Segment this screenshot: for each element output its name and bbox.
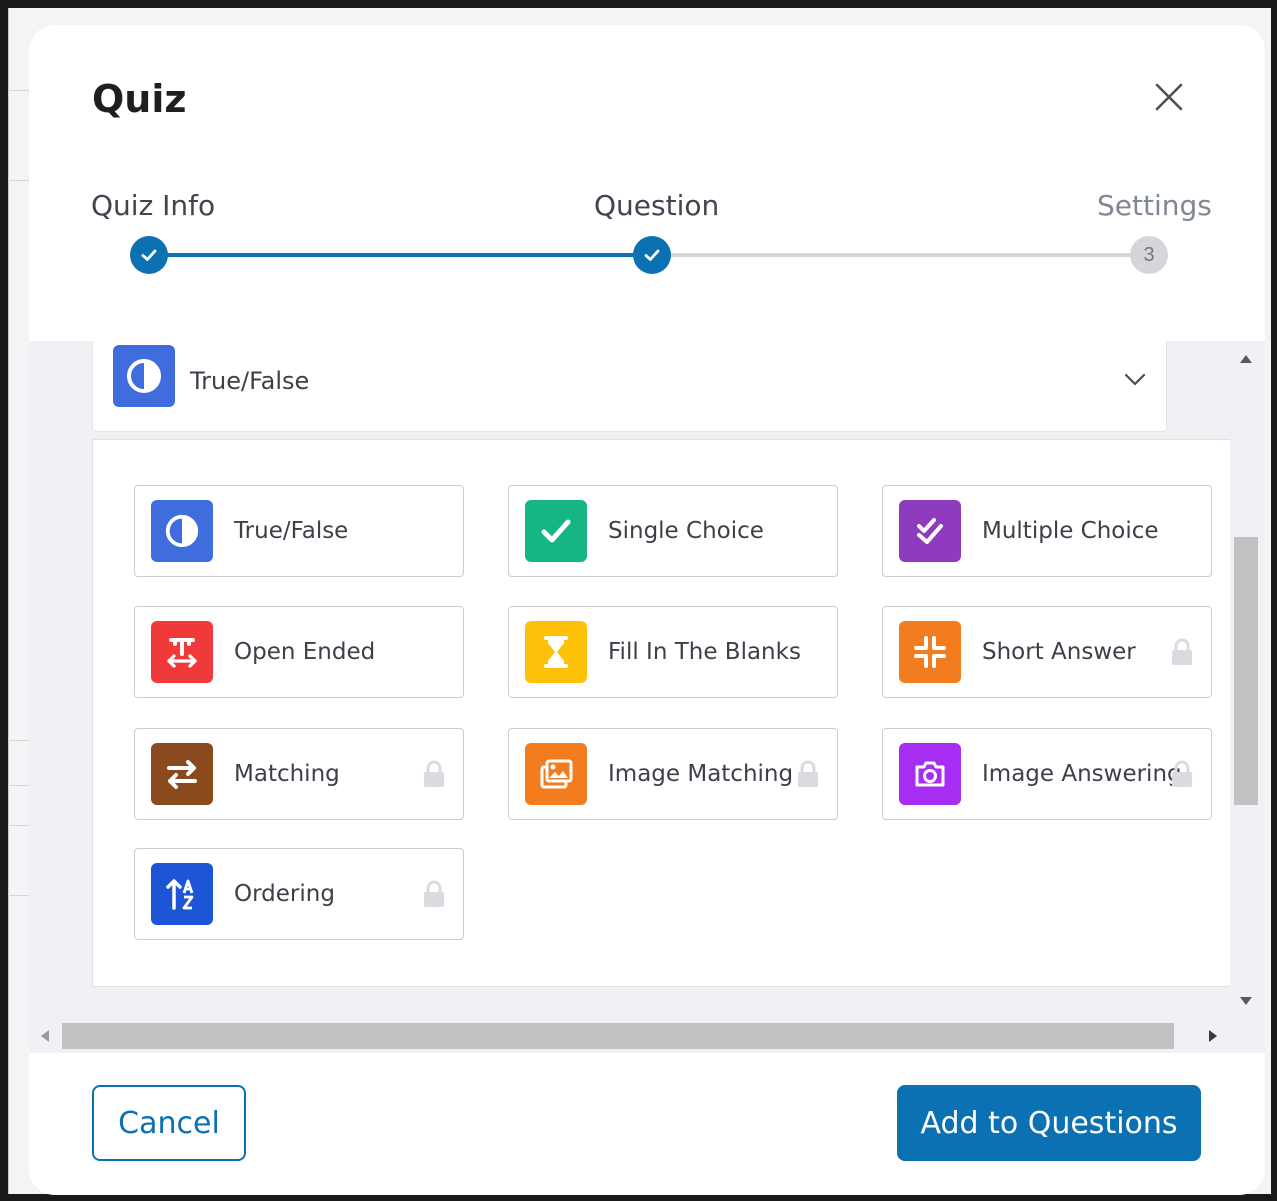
step-1-complete[interactable] [130, 236, 168, 274]
question-type-true-false[interactable]: True/False [134, 485, 464, 577]
cancel-button[interactable]: Cancel [92, 1085, 246, 1161]
question-type-label: Fill In The Blanks [608, 639, 801, 665]
lock-icon [1172, 638, 1192, 665]
step-progress-pending [652, 253, 1149, 257]
scroll-left-arrow-icon[interactable] [41, 1030, 49, 1042]
background-divider [8, 90, 30, 91]
lock-icon [798, 760, 818, 787]
question-type-label: Image Answering [982, 761, 1182, 787]
scroll-up-arrow-icon[interactable] [1240, 355, 1252, 363]
double-check-icon [899, 500, 961, 562]
text-resize-icon [151, 621, 213, 683]
question-type-open-ended[interactable]: Open Ended [134, 606, 464, 698]
background-divider [8, 895, 30, 896]
chevron-down-icon [1124, 373, 1146, 386]
question-type-select[interactable]: True/False [92, 341, 1167, 432]
images-icon [525, 743, 587, 805]
step-2-complete[interactable] [633, 236, 671, 274]
swap-arrows-icon [151, 743, 213, 805]
background-divider [8, 785, 30, 786]
question-type-label: True/False [234, 518, 349, 544]
question-type-label: Short Answer [982, 639, 1136, 665]
check-icon [141, 249, 157, 261]
question-type-multiple-choice[interactable]: Multiple Choice [882, 485, 1212, 577]
horizontal-scrollbar-thumb[interactable] [62, 1023, 1174, 1049]
compress-icon [899, 621, 961, 683]
question-type-label: Ordering [234, 881, 335, 907]
hourglass-icon [525, 621, 587, 683]
background-divider [8, 180, 30, 181]
lock-icon [424, 880, 444, 907]
scroll-right-arrow-icon[interactable] [1209, 1030, 1217, 1042]
contrast-icon [151, 500, 213, 562]
contrast-icon [113, 345, 175, 407]
quiz-modal: Quiz Quiz Info Question Settings 3 True/… [29, 25, 1265, 1195]
step-label-settings: Settings [1097, 189, 1212, 222]
close-button[interactable] [1149, 77, 1189, 117]
question-type-label: Open Ended [234, 639, 376, 665]
question-type-label: Single Choice [608, 518, 764, 544]
question-type-ordering[interactable]: Ordering [134, 848, 464, 940]
scroll-down-arrow-icon[interactable] [1240, 997, 1252, 1005]
close-icon [1155, 83, 1183, 111]
question-type-image-matching[interactable]: Image Matching [508, 728, 838, 820]
question-type-label: Matching [234, 761, 340, 787]
question-type-dropdown: True/False Single Choice Multiple Choice… [92, 439, 1242, 987]
question-scroll-area: True/False True/False Single Choice Mult… [29, 341, 1265, 1053]
step-progress-complete [149, 253, 652, 257]
camera-icon [899, 743, 961, 805]
sort-az-icon [151, 863, 213, 925]
check-icon [644, 249, 660, 261]
selected-question-type: True/False [190, 367, 310, 395]
background-divider [8, 740, 30, 741]
step-label-quiz-info: Quiz Info [91, 189, 216, 222]
step-3-pending[interactable]: 3 [1130, 236, 1168, 274]
modal-title: Quiz [92, 77, 187, 121]
add-to-questions-button[interactable]: Add to Questions [897, 1085, 1201, 1161]
vertical-scrollbar-thumb[interactable] [1234, 537, 1258, 805]
check-icon [525, 500, 587, 562]
step-number: 3 [1143, 243, 1155, 266]
question-type-fill-in-the-blanks[interactable]: Fill In The Blanks [508, 606, 838, 698]
background-divider [8, 825, 30, 826]
step-label-question: Question [594, 189, 720, 222]
question-type-label: Multiple Choice [982, 518, 1159, 544]
question-type-short-answer[interactable]: Short Answer [882, 606, 1212, 698]
question-type-matching[interactable]: Matching [134, 728, 464, 820]
question-type-image-answering[interactable]: Image Answering [882, 728, 1212, 820]
question-type-label: Image Matching [608, 761, 794, 787]
question-type-single-choice[interactable]: Single Choice [508, 485, 838, 577]
lock-icon [1172, 760, 1192, 787]
lock-icon [424, 760, 444, 787]
